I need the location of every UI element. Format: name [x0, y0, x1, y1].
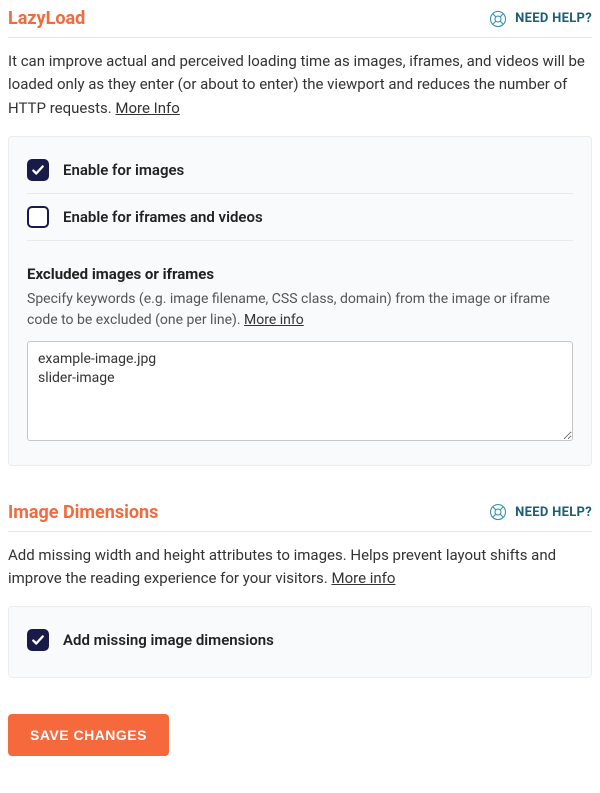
excluded-heading: Excluded images or iframes: [27, 265, 573, 283]
lazyload-help-button[interactable]: NEED HELP?: [489, 10, 592, 28]
lazyload-header: LazyLoad NEED HELP?: [8, 8, 592, 38]
excluded-textarea[interactable]: [27, 341, 573, 441]
excluded-description: Specify keywords (e.g. image filename, C…: [27, 289, 573, 331]
option-enable-images: Enable for images: [27, 153, 573, 194]
life-ring-icon: [489, 10, 507, 28]
checkbox-add-missing[interactable]: [27, 629, 49, 651]
label-enable-iframes[interactable]: Enable for iframes and videos: [63, 208, 263, 226]
label-enable-images[interactable]: Enable for images: [63, 161, 184, 179]
lazyload-description: It can improve actual and perceived load…: [8, 50, 592, 120]
save-row: SAVE CHANGES: [8, 714, 592, 756]
dimensions-section: Image Dimensions NEED HELP? Add missing …: [8, 502, 592, 679]
dimensions-options-panel: Add missing image dimensions: [8, 606, 592, 678]
dimensions-more-info-link[interactable]: More info: [331, 569, 395, 587]
lazyload-title: LazyLoad: [8, 8, 85, 29]
checkmark-icon: [31, 163, 45, 177]
dimensions-title: Image Dimensions: [8, 502, 158, 523]
option-enable-iframes: Enable for iframes and videos: [27, 194, 573, 241]
label-add-missing[interactable]: Add missing image dimensions: [63, 631, 274, 649]
checkmark-icon: [31, 633, 45, 647]
checkbox-enable-iframes[interactable]: [27, 206, 49, 228]
lazyload-more-info-link[interactable]: More Info: [115, 99, 179, 117]
excluded-more-info-link[interactable]: More info: [244, 312, 304, 328]
save-changes-button[interactable]: SAVE CHANGES: [8, 714, 169, 756]
life-ring-icon: [489, 503, 507, 521]
lazyload-options-panel: Enable for images Enable for iframes and…: [8, 136, 592, 466]
lazyload-section: LazyLoad NEED HELP? It can improve actua…: [8, 8, 592, 466]
help-label: NEED HELP?: [515, 11, 592, 26]
dimensions-help-button[interactable]: NEED HELP?: [489, 503, 592, 521]
help-label: NEED HELP?: [515, 505, 592, 520]
dimensions-description: Add missing width and height attributes …: [8, 544, 592, 591]
checkbox-enable-images[interactable]: [27, 159, 49, 181]
dimensions-header: Image Dimensions NEED HELP?: [8, 502, 592, 532]
option-add-missing: Add missing image dimensions: [27, 623, 573, 657]
